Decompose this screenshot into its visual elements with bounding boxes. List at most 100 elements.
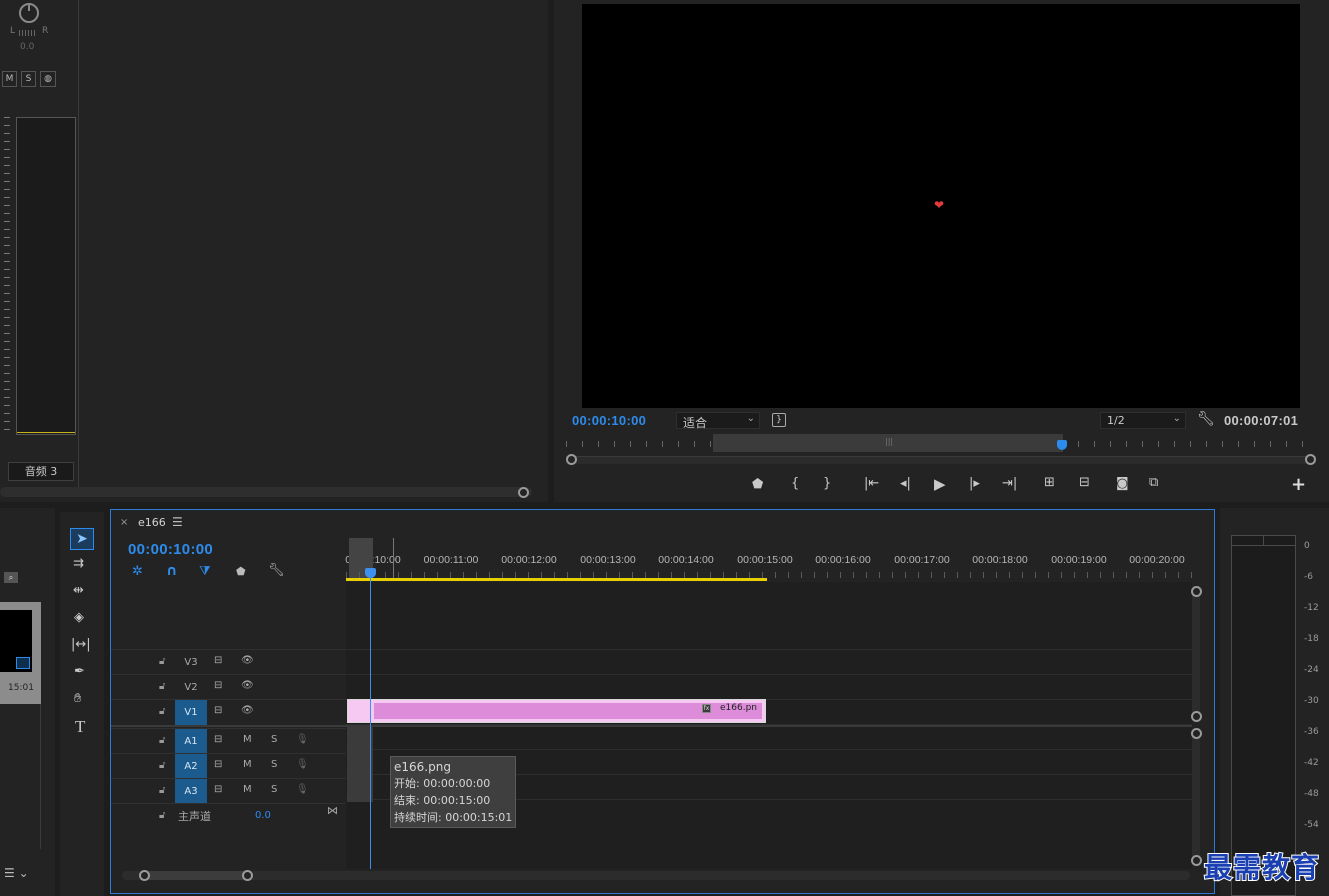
- zoom-select[interactable]: 适合 ⌄: [676, 412, 760, 430]
- timeline-timecode[interactable]: 00:00:10:00: [128, 541, 213, 558]
- list-view-icon[interactable]: ☰ ⌄: [4, 866, 29, 880]
- meter-tick: -54: [1304, 820, 1319, 830]
- ripple-edit-tool-icon[interactable]: ⇹: [73, 583, 84, 598]
- go-to-out-icon[interactable]: ⇥|: [1002, 476, 1017, 491]
- record-enable-icon[interactable]: ◍: [40, 71, 56, 87]
- go-to-in-icon[interactable]: |⇤: [864, 476, 879, 491]
- video-vertical-scrollbar[interactable]: [1192, 590, 1200, 720]
- video-scroll-handle-top[interactable]: [1191, 586, 1202, 597]
- audio-scroll-handle-top[interactable]: [1191, 728, 1202, 739]
- volume-meter-peak-line: [17, 432, 75, 433]
- eye-icon[interactable]: 👁︎: [241, 705, 254, 716]
- go-to-end-icon[interactable]: ⋈: [327, 804, 338, 817]
- add-marker-icon[interactable]: ⬟: [752, 477, 763, 492]
- slip-tool-icon[interactable]: |↔|: [71, 637, 91, 652]
- timeline-scroll-handle-left[interactable]: [139, 870, 150, 881]
- master-volume-value[interactable]: 0.0: [255, 810, 271, 821]
- timeline-horizontal-scrollbar[interactable]: [122, 871, 1190, 880]
- microphone-icon[interactable]: 🎙︎: [296, 759, 309, 770]
- step-back-icon[interactable]: ◂|: [900, 476, 911, 491]
- insert-edit-icon[interactable]: }: [772, 413, 786, 427]
- razor-tool-icon[interactable]: ◈: [74, 610, 84, 625]
- program-playhead-marker[interactable]: [1057, 440, 1067, 450]
- mixer-scrollbar[interactable]: [0, 487, 532, 497]
- selection-tool-icon[interactable]: ➤: [70, 528, 94, 550]
- track-mute-button[interactable]: M: [243, 784, 252, 795]
- range-grip-icon[interactable]: |||: [885, 437, 893, 446]
- mixer-scroll-handle[interactable]: [518, 487, 529, 498]
- microphone-icon[interactable]: 🎙︎: [296, 734, 309, 745]
- track-name[interactable]: A3: [175, 779, 207, 804]
- resolution-select[interactable]: 1/2 ⌄: [1100, 412, 1186, 429]
- eye-icon[interactable]: 👁︎: [241, 655, 254, 666]
- tooltip-start: 开始: 00:00:00:00: [394, 777, 491, 790]
- camera-icon[interactable]: ◙: [1116, 476, 1129, 491]
- close-tab-icon[interactable]: ×: [120, 517, 128, 528]
- hand-tool-icon[interactable]: ✋︎: [74, 691, 81, 706]
- timeline-settings-wrench-icon[interactable]: 🔧︎: [268, 563, 285, 578]
- lock-icon[interactable]: 🔓︎: [159, 656, 165, 667]
- linked-selection-icon[interactable]: ⧩: [199, 564, 211, 579]
- sync-lock-icon[interactable]: ⊟: [214, 705, 222, 716]
- play-icon[interactable]: ▶: [934, 475, 946, 493]
- work-area-bar[interactable]: [346, 578, 767, 581]
- sequence-tab[interactable]: e166: [138, 516, 166, 529]
- sync-lock-icon[interactable]: ⊟: [214, 734, 222, 745]
- mark-out-icon[interactable]: }: [823, 476, 831, 491]
- pen-tool-icon[interactable]: ✒: [74, 664, 85, 679]
- meter-tick: -24: [1304, 665, 1319, 675]
- track-solo-button[interactable]: S: [271, 784, 277, 795]
- lift-icon[interactable]: ⊞: [1044, 475, 1055, 490]
- track-name[interactable]: V2: [175, 675, 207, 700]
- track-select-tool-icon[interactable]: ⇉: [73, 556, 84, 571]
- sync-lock-icon[interactable]: ⊟: [214, 655, 222, 666]
- lock-icon[interactable]: 🔓︎: [159, 785, 165, 796]
- program-zoom-handle-left[interactable]: [566, 454, 577, 465]
- search-icon[interactable]: ⌕: [4, 572, 18, 583]
- wrench-icon[interactable]: 🔧︎: [1197, 411, 1215, 427]
- add-marker-icon[interactable]: ⬟: [236, 565, 246, 578]
- track-label-audio3: 音频 3: [8, 462, 74, 481]
- type-tool-icon[interactable]: T: [75, 717, 85, 737]
- ruler-label: 00:00:15:00: [737, 554, 793, 566]
- step-forward-icon[interactable]: |▸: [969, 476, 980, 491]
- mark-in-icon[interactable]: {: [791, 476, 799, 491]
- sync-lock-icon[interactable]: ⊟: [214, 759, 222, 770]
- lock-icon[interactable]: 🔓︎: [159, 706, 165, 717]
- track-mute-button[interactable]: M: [243, 759, 252, 770]
- program-zoom-handle-right[interactable]: [1305, 454, 1316, 465]
- solo-button[interactable]: S: [21, 71, 36, 87]
- audio-vertical-scrollbar[interactable]: [1192, 732, 1200, 862]
- track-name[interactable]: A1: [175, 729, 207, 754]
- playhead-handle[interactable]: [365, 568, 376, 578]
- track-solo-button[interactable]: S: [271, 759, 277, 770]
- video-scroll-handle-bottom[interactable]: [1191, 711, 1202, 722]
- add-button[interactable]: +: [1291, 474, 1306, 495]
- lock-icon[interactable]: 🔓︎: [159, 681, 165, 692]
- lock-icon[interactable]: 🔓︎: [159, 735, 165, 746]
- lock-icon[interactable]: 🔓︎: [159, 810, 165, 821]
- timeline-scroll-thumb[interactable]: [140, 871, 250, 880]
- mute-button[interactable]: M: [2, 71, 17, 87]
- eye-icon[interactable]: 👁︎: [241, 680, 254, 691]
- track-name[interactable]: V1: [175, 700, 207, 725]
- sync-lock-icon[interactable]: ⊟: [214, 784, 222, 795]
- track-name[interactable]: V3: [175, 650, 207, 675]
- audio-scroll-handle-bottom[interactable]: [1191, 855, 1202, 866]
- program-timecode-current[interactable]: 00:00:10:00: [572, 413, 646, 428]
- snap-magnet-icon[interactable]: ∩: [166, 563, 177, 579]
- track-mute-button[interactable]: M: [243, 734, 252, 745]
- microphone-icon[interactable]: 🎙︎: [296, 784, 309, 795]
- video-clip[interactable]: fx e166.pn: [347, 699, 766, 723]
- thumb-duration: 15:01: [8, 683, 34, 693]
- nest-toggle-icon[interactable]: ✲: [132, 564, 143, 579]
- sync-lock-icon[interactable]: ⊟: [214, 680, 222, 691]
- program-zoom-bar[interactable]: [566, 456, 1316, 464]
- panel-menu-icon[interactable]: ☰: [172, 515, 183, 529]
- lock-icon[interactable]: 🔓︎: [159, 760, 165, 771]
- extract-icon[interactable]: ⊟: [1079, 475, 1090, 490]
- track-solo-button[interactable]: S: [271, 734, 277, 745]
- track-name[interactable]: A2: [175, 754, 207, 779]
- compare-view-icon[interactable]: ⧉: [1149, 475, 1158, 490]
- timeline-scroll-handle-right[interactable]: [242, 870, 253, 881]
